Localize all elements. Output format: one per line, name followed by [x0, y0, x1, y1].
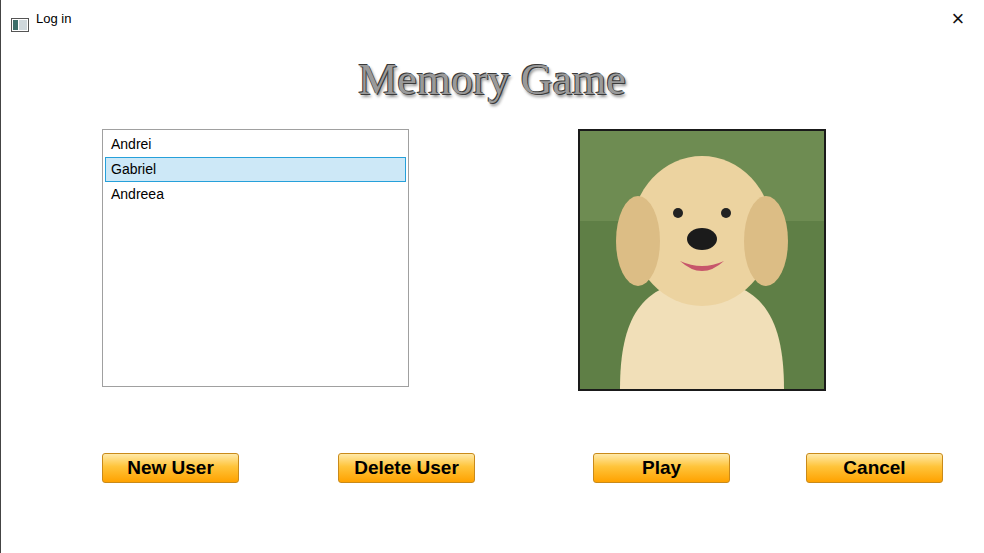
user-list[interactable]: AndreiGabrielAndreea: [102, 129, 409, 387]
game-title: Memory Game: [358, 55, 626, 106]
cancel-button[interactable]: Cancel: [806, 453, 943, 483]
user-picture: [578, 129, 826, 391]
button-row: New User Delete User Play Cancel: [0, 453, 984, 483]
heading-area: Memory Game: [0, 38, 984, 129]
user-item[interactable]: Andreea: [105, 182, 406, 207]
close-button[interactable]: ×: [940, 8, 976, 30]
play-button[interactable]: Play: [593, 453, 730, 483]
content-row: AndreiGabrielAndreea: [0, 129, 984, 391]
app-icon: [11, 12, 29, 26]
delete-user-button[interactable]: Delete User: [338, 453, 475, 483]
title-bar: Log in ×: [0, 0, 984, 38]
user-item[interactable]: Gabriel: [105, 157, 406, 182]
window-title: Log in: [36, 11, 71, 27]
new-user-button[interactable]: New User: [102, 453, 239, 483]
user-item[interactable]: Andrei: [105, 132, 406, 157]
